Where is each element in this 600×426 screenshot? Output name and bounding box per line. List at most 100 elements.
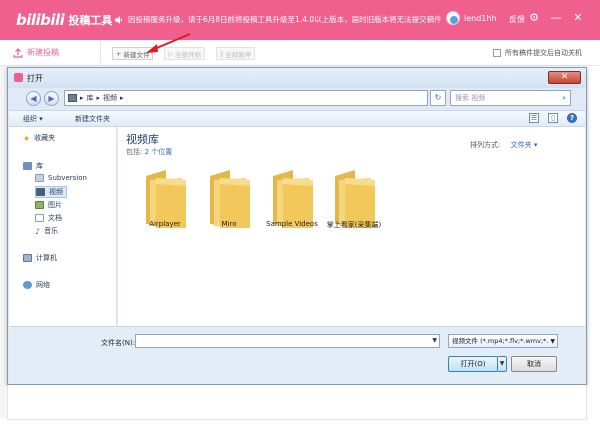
open-file-dialog: 打开 ✕ ◀ ▶ ▸ 库 ▸ 视频 ▸ ↻ 搜索 视频 ⌕ 组织 ▾ 新建文件夹: [7, 67, 587, 385]
nav-computer[interactable]: 计算机: [23, 253, 57, 263]
right-margin: [586, 66, 594, 420]
upload-icon: [13, 47, 23, 58]
nav-music[interactable]: ♪ 音乐: [35, 226, 58, 236]
nav-pictures[interactable]: 图片: [35, 200, 62, 210]
nav-library-label: 库: [36, 162, 43, 170]
start-all-button[interactable]: ▷ 全部开始: [164, 47, 205, 60]
arrange-dropdown[interactable]: 文件夹 ▾: [511, 141, 538, 149]
auto-shutdown-checkbox[interactable]: [493, 49, 501, 57]
user-menu[interactable]: lend1hh: [446, 11, 497, 25]
logo-text: 投稿工具: [68, 14, 113, 27]
includes-label: 包括:: [126, 148, 143, 156]
pause-icon: ‖: [220, 49, 224, 58]
pause-all-label: 全部暂停: [225, 50, 252, 59]
gear-icon[interactable]: ⚙: [528, 12, 540, 24]
arrange-label: 排列方式:: [470, 141, 501, 149]
includes-locations-link[interactable]: 2 个位置: [145, 148, 173, 156]
help-icon[interactable]: ?: [567, 113, 577, 123]
address-bar[interactable]: ▸ 库 ▸ 视频 ▸: [64, 90, 428, 106]
speaker-icon: [115, 15, 122, 24]
username[interactable]: lend1hh: [464, 14, 497, 23]
preview-pane-icon[interactable]: ▯: [548, 113, 558, 123]
open-button[interactable]: 打开(O): [448, 356, 498, 372]
new-upload-button[interactable]: 新建投稿: [13, 47, 59, 58]
back-button[interactable]: ◀: [26, 91, 41, 106]
nav-documents[interactable]: 文档: [35, 213, 62, 223]
search-placeholder: 搜索 视频: [455, 94, 486, 102]
picture-icon: [35, 201, 44, 209]
search-icon: ⌕: [562, 93, 566, 102]
dialog-titlebar: 打开 ✕: [8, 68, 586, 88]
breadcrumb-separator: ▸: [80, 94, 84, 102]
breadcrumb-library[interactable]: 库: [87, 93, 94, 103]
nav-favorites[interactable]: ★ 收藏夹: [23, 133, 55, 143]
app-logo: bilibili 投稿工具: [16, 10, 112, 30]
computer-icon: [23, 254, 32, 262]
library-includes: 包括: 2 个位置: [126, 147, 172, 157]
dialog-title: 打开: [27, 74, 43, 83]
app-icon: [14, 73, 23, 82]
nav-pictures-label: 图片: [48, 201, 62, 209]
dialog-footer: 文件名(N): 视频文件 (*.mp4;*.flv;*.wmv;*. 打开(O)…: [9, 326, 585, 384]
nav-subversion-label: Subversion: [48, 174, 87, 182]
cancel-button[interactable]: 取消: [511, 356, 557, 372]
breadcrumb-separator: ▸: [96, 94, 101, 102]
top-bar: bilibili 投稿工具 因投稿服务升级，请于6月8日前将投稿工具升级至1.4…: [0, 0, 600, 40]
notice-text: 因投稿服务升级，请于6月8日前将投稿工具升级至1.4.0以上版本，届时旧版本将无…: [128, 15, 442, 24]
filename-label: 文件名(N):: [101, 339, 136, 347]
nav-favorites-label: 收藏夹: [34, 134, 56, 142]
nav-network-label: 网络: [36, 281, 50, 289]
file-list-pane: 视频库 包括: 2 个位置 排列方式: 文件夹 ▾ Airplayer Miro…: [118, 127, 585, 326]
forward-button[interactable]: ▶: [44, 91, 59, 106]
new-file-button[interactable]: + 新建文件: [112, 47, 154, 60]
toolbar-divider: [100, 40, 101, 66]
nav-music-label: 音乐: [44, 227, 59, 235]
filename-input[interactable]: [135, 334, 440, 348]
filetype-select[interactable]: 视频文件 (*.mp4;*.flv;*.wmv;*.: [448, 334, 558, 348]
feedback-link[interactable]: 反馈: [509, 14, 525, 25]
notice-banner: 因投稿服务升级，请于6月8日前将投稿工具升级至1.4.0以上版本，届时旧版本将无…: [114, 14, 442, 25]
app-window: bilibili 投稿工具 因投稿服务升级，请于6月8日前将投稿工具升级至1.4…: [0, 0, 600, 426]
pause-all-button[interactable]: ‖ 全部暂停: [216, 47, 256, 60]
nav-videos[interactable]: 视频: [35, 186, 67, 198]
document-icon: [35, 214, 44, 222]
navigation-row: ◀ ▶ ▸ 库 ▸ 视频 ▸ ↻ 搜索 视频 ⌕: [8, 88, 586, 110]
start-all-label: 全部开始: [175, 50, 201, 59]
search-input[interactable]: 搜索 视频 ⌕: [450, 90, 571, 106]
dialog-close-button[interactable]: ✕: [548, 71, 581, 84]
avatar[interactable]: [446, 11, 460, 25]
breadcrumb-videos[interactable]: 视频: [103, 93, 117, 103]
new-upload-label: 新建投稿: [27, 48, 59, 57]
video-icon: [36, 188, 45, 196]
library-title: 视频库: [126, 133, 159, 146]
library-icon: [23, 162, 32, 170]
auto-shutdown-option[interactable]: 所有稿件提交后自动关机: [493, 48, 582, 58]
logo-mark: bilibili: [16, 11, 65, 29]
upload-list-area: [7, 385, 587, 420]
breadcrumb-separator: ▸: [120, 94, 124, 102]
nav-documents-label: 文档: [48, 214, 62, 222]
minimize-icon[interactable]: —: [550, 12, 562, 24]
nav-library[interactable]: 库: [23, 161, 43, 171]
star-icon: ★: [23, 133, 31, 143]
plus-icon: +: [116, 49, 122, 58]
new-folder-button[interactable]: 新建文件夹: [75, 114, 110, 124]
organize-menu[interactable]: 组织 ▾: [23, 114, 43, 124]
subversion-icon: [35, 174, 44, 182]
music-icon: ♪: [35, 226, 41, 236]
toolbar: 新建投稿 + 新建文件 ▷ 全部开始 ‖ 全部暂停 所有稿件提交后自动关机: [0, 40, 600, 66]
play-icon: ▷: [168, 49, 173, 58]
open-dropdown-button[interactable]: ▼: [498, 356, 507, 372]
refresh-button[interactable]: ↻: [430, 90, 446, 106]
nav-subversion[interactable]: Subversion: [35, 174, 87, 182]
auto-shutdown-label: 所有稿件提交后自动关机: [505, 49, 582, 57]
library-icon: [68, 94, 77, 102]
view-options-icon[interactable]: ☰: [529, 113, 539, 123]
navigation-pane: ★ 收藏夹 库 Subversion 视频 图片 文档 ♪ 音乐 计算机 网络: [9, 127, 117, 326]
command-bar: 组织 ▾ 新建文件夹 ☰ ▯ ?: [9, 110, 585, 127]
nav-videos-label: 视频: [49, 188, 63, 196]
close-icon[interactable]: ✕: [572, 12, 584, 24]
nav-network[interactable]: 网络: [23, 280, 50, 290]
network-icon: [23, 281, 32, 289]
new-file-label: 新建文件: [123, 50, 150, 59]
